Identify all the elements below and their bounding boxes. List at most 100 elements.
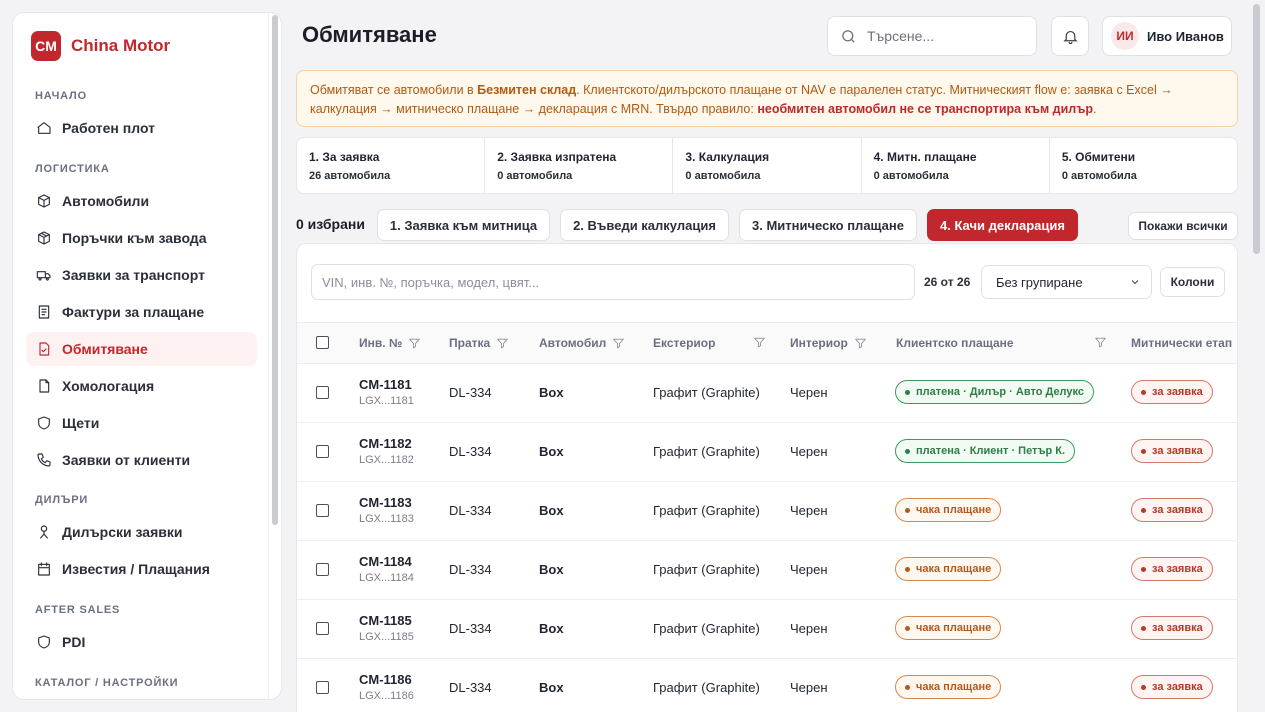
row-checkbox[interactable] [316,681,329,694]
payment-status-text: чака плащане [916,504,992,516]
search-input[interactable]: Търсене... [827,16,1037,56]
grouping-select[interactable]: Без групиране [981,265,1152,299]
cell-inv[interactable]: CM-1183 LGX...1183 [359,495,414,525]
table-row[interactable]: CM-1182 LGX...1182 DL-334 Box Графит (Graphi… [297,423,1237,482]
phone-icon [36,452,52,468]
step-1[interactable]: 1. За заявка 26 автомобила [297,138,486,193]
inv-number: CM-1186 [359,672,412,687]
step-3[interactable]: 3. Калкулация 0 автомобила [673,138,862,193]
row-checkbox[interactable] [316,445,329,458]
col-exterior[interactable]: Екстериор [653,336,715,350]
user-name: Иво Иванов [1147,28,1224,44]
table-row[interactable]: CM-1186 LGX...1186 DL-334 Box Графит (Graphi… [297,659,1237,712]
cell-inv[interactable]: CM-1186 LGX...1186 [359,672,414,702]
selected-count: 0 избрани [296,216,365,232]
user-menu[interactable]: ИИ Иво Иванов [1102,16,1232,56]
sidebar-item-client-requests[interactable]: Заявки от клиенти [26,443,257,477]
table-row[interactable]: CM-1183 LGX...1183 DL-334 Box Графит (Graphi… [297,482,1237,541]
sidebar-item-dealer-requests[interactable]: Дилърски заявки [26,515,257,549]
status-steps: 1. За заявка 26 автомобила 2. Заявка изп… [296,137,1238,194]
shield-icon [36,634,52,650]
customs-request-button[interactable]: 1. Заявка към митница [377,209,550,241]
cell-car: Box [539,680,564,695]
inv-number: CM-1185 [359,613,412,628]
status-dot [905,507,910,513]
step-2[interactable]: 2. Заявка изпратена 0 автомобила [485,138,674,193]
table-filter-input[interactable]: VIN, инв. №, поръчка, модел, цвят... [311,264,915,300]
sidebar-item-label: Хомологация [62,378,155,394]
step-4[interactable]: 4. Митн. плащане 0 автомобила [862,138,1050,193]
table-header: Инв. № Пратка Автомобил Екстериор Интери… [297,322,1237,364]
cell-inv[interactable]: CM-1184 LGX...1184 [359,554,414,584]
row-checkbox[interactable] [316,563,329,576]
table-row[interactable]: CM-1185 LGX...1185 DL-334 Box Графит (Graphi… [297,600,1237,659]
filter-icon-payment[interactable] [1094,336,1107,354]
row-checkbox[interactable] [316,622,329,635]
sidebar-item-dashboard[interactable]: Работен плот [26,111,257,145]
package-icon [36,230,52,246]
step-5[interactable]: 5. Обмитени 0 автомобила [1050,138,1237,193]
filter-icon [1095,337,1106,348]
show-all-button[interactable]: Покажи всички [1128,212,1238,240]
table-row[interactable]: CM-1181 LGX...1181 DL-334 Box Графит (Graphi… [297,364,1237,423]
brand-name: China Motor [71,36,171,55]
customs-stage-text: за заявка [1152,563,1203,575]
customs-payment-button[interactable]: 3. Митническо плащане [739,209,917,241]
col-inv[interactable]: Инв. № [359,336,421,350]
payment-status-badge: чака плащане [895,557,1002,581]
step-title: 2. Заявка изпратена [497,150,617,164]
sidebar-item-label: Поръчки към завода [62,230,207,246]
status-dot [1141,448,1146,454]
filter-icon[interactable] [854,337,867,350]
filter-icon[interactable] [408,337,421,350]
sidebar-item-cars[interactable]: Автомобили [26,184,257,218]
status-dot [905,625,910,631]
filter-icon [754,337,765,348]
cell-inv[interactable]: CM-1181 LGX...1181 [359,377,414,407]
sidebar-item-customs[interactable]: Обмитяване [26,332,257,366]
cell-interior: Черен [790,444,828,459]
columns-button[interactable]: Колони [1160,267,1225,297]
col-client-payment[interactable]: Клиентско плащане [896,336,1014,350]
notifications-button[interactable] [1051,16,1089,56]
search-icon [842,29,855,43]
sidebar-item-notices-payments[interactable]: Известия / Плащания [26,552,257,586]
cell-interior: Черен [790,385,828,400]
sidebar-item-homologation[interactable]: Хомологация [26,369,257,403]
customs-stage-text: за заявка [1152,386,1203,398]
table-row[interactable]: CM-1184 LGX...1184 DL-334 Box Графит (Graphi… [297,541,1237,600]
payment-status-text: платена · Дилър · Авто Делукс [916,386,1084,398]
sidebar-item-invoices[interactable]: Фактури за плащане [26,295,257,329]
notice-bold: Безмитен склад [477,83,577,97]
row-checkbox[interactable] [316,504,329,517]
sidebar-item-label: Известия / Плащания [62,561,210,577]
filter-icon-exterior[interactable] [753,336,766,354]
sidebar-item-factory-orders[interactable]: Поръчки към завода [26,221,257,255]
filter-icon[interactable] [612,337,625,350]
col-interior[interactable]: Интериор [790,336,867,350]
step-count: 0 автомобила [873,170,949,182]
select-all-checkbox[interactable] [316,336,329,349]
cell-inv[interactable]: CM-1182 LGX...1182 [359,436,414,466]
status-dot [1141,566,1146,572]
row-checkbox[interactable] [316,386,329,399]
cell-inv[interactable]: CM-1185 LGX...1185 [359,613,414,643]
sidebar-item-transport[interactable]: Заявки за транспорт [26,258,257,292]
sidebar-item-pdi[interactable]: PDI [26,625,257,659]
customs-stage-badge: за заявка [1131,557,1213,581]
inv-number: CM-1181 [359,377,412,392]
step-title: 1. За заявка [309,150,380,164]
brand-logo[interactable]: CM China Motor [31,31,170,61]
col-car[interactable]: Автомобил [539,336,625,350]
col-customs-stage[interactable]: Митнически етап [1131,336,1232,350]
col-label: Митнически етап [1131,336,1233,350]
cell-exterior: Графит (Graphite) [653,503,760,518]
upload-declaration-button[interactable]: 4. Качи декларация [927,209,1078,241]
page-scrollbar[interactable] [1253,4,1260,254]
filter-icon[interactable] [496,337,509,350]
sidebar-scrollbar[interactable] [272,15,278,525]
payment-status-badge: платена · Дилър · Авто Делукс [895,380,1094,404]
enter-calculation-button[interactable]: 2. Въведи калкулация [560,209,729,241]
col-shipment[interactable]: Пратка [449,336,509,350]
sidebar-item-damages[interactable]: Щети [26,406,257,440]
